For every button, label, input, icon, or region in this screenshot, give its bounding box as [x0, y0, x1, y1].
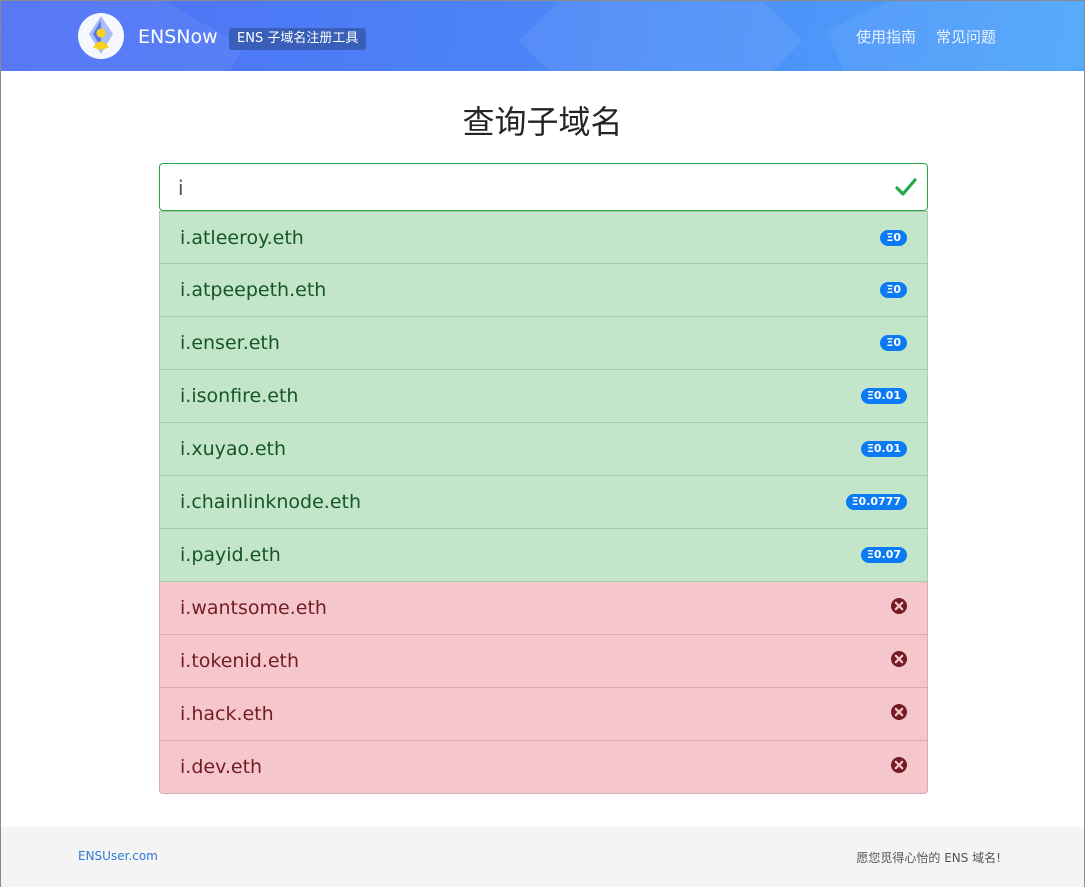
price-badge: Ξ0 [880, 282, 907, 298]
result-item[interactable]: i.dev.eth [159, 741, 928, 794]
result-item[interactable]: i.atleeroy.eth Ξ0 [159, 211, 928, 264]
result-name: i.dev.eth [180, 756, 263, 778]
result-item[interactable]: i.xuyao.eth Ξ0.01 [159, 423, 928, 476]
result-item[interactable]: i.tokenid.eth [159, 635, 928, 688]
nav-faq-link[interactable]: 常见问题 [936, 27, 996, 47]
subdomain-search-input[interactable] [176, 164, 880, 212]
page-title: 查询子域名 [462, 103, 623, 141]
result-item[interactable]: i.wantsome.eth [159, 582, 928, 635]
header-decoration [519, 1, 803, 71]
result-name: i.atleeroy.eth [180, 227, 304, 249]
result-name: i.payid.eth [180, 544, 281, 566]
result-name: i.enser.eth [180, 332, 280, 354]
brand-tag: ENS 子域名注册工具 [229, 28, 367, 50]
ens-logo-icon[interactable] [77, 12, 125, 60]
footer-site-link[interactable]: ENSUser.com [78, 849, 158, 863]
unavailable-x-icon [891, 757, 907, 773]
nav-guide-link[interactable]: 使用指南 [856, 27, 916, 47]
result-item[interactable]: i.chainlinknode.eth Ξ0.0777 [159, 476, 928, 529]
price-badge: Ξ0 [880, 230, 907, 246]
unavailable-x-icon [891, 598, 907, 614]
price-badge: Ξ0.01 [860, 388, 907, 404]
check-icon [895, 178, 917, 196]
footer-slogan: 愿您觅得心怡的 ENS 域名! [856, 851, 1001, 865]
result-item[interactable]: i.payid.eth Ξ0.07 [159, 529, 928, 582]
result-item[interactable]: i.enser.eth Ξ0 [159, 317, 928, 370]
subdomain-search-box [159, 163, 928, 212]
result-name: i.chainlinknode.eth [180, 491, 362, 513]
result-item[interactable]: i.atpeepeth.eth Ξ0 [159, 264, 928, 317]
unavailable-x-icon [891, 651, 907, 667]
results-list: i.atleeroy.eth Ξ0 i.atpeepeth.eth Ξ0 i.e… [159, 211, 928, 794]
result-name: i.xuyao.eth [180, 438, 287, 460]
unavailable-x-icon [891, 704, 907, 720]
result-name: i.hack.eth [180, 703, 274, 725]
price-badge: Ξ0.07 [860, 547, 907, 563]
price-badge: Ξ0 [880, 335, 907, 351]
result-name: i.atpeepeth.eth [180, 279, 327, 301]
result-name: i.isonfire.eth [180, 385, 299, 407]
brand-name[interactable]: ENSNow [138, 25, 218, 49]
result-name: i.tokenid.eth [180, 650, 300, 672]
result-item[interactable]: i.hack.eth [159, 688, 928, 741]
footer: ENSUser.com 愿您觅得心怡的 ENS 域名! [1, 827, 1084, 887]
result-item[interactable]: i.isonfire.eth Ξ0.01 [159, 370, 928, 423]
top-header: ENSNow ENS 子域名注册工具 使用指南 常见问题 [1, 1, 1084, 71]
result-name: i.wantsome.eth [180, 597, 327, 619]
price-badge: Ξ0.01 [860, 441, 907, 457]
price-badge: Ξ0.0777 [845, 494, 907, 510]
